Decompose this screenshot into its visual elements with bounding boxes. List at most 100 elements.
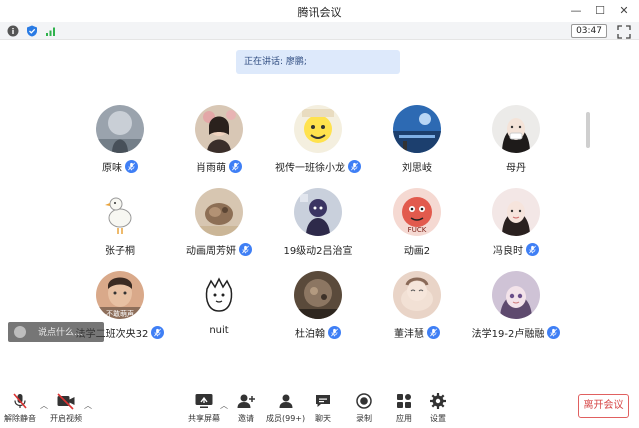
meeting-timer: 03:47 [571, 24, 607, 38]
share-screen-button[interactable]: 共享屏幕 [188, 392, 220, 426]
record-icon [354, 392, 374, 410]
participant-tile[interactable]: 刘思岐 [367, 105, 467, 177]
audio-options-caret-icon[interactable]: ︿ [40, 400, 48, 411]
title-bar: 腾讯会议 — ☐ ✕ [0, 0, 639, 22]
minimize-icon[interactable]: — [569, 2, 583, 18]
avatar [96, 105, 144, 153]
avatar [96, 188, 144, 236]
participant-name: 董沣慧 [394, 329, 424, 340]
invite-button[interactable]: 邀请 [236, 392, 256, 426]
chat-icon [313, 392, 333, 410]
emoji-icon[interactable] [14, 326, 26, 338]
unmute-button[interactable]: 解除静音 [4, 392, 36, 426]
avatar: FUCK [393, 188, 441, 236]
signal-icon[interactable] [44, 24, 57, 37]
record-button[interactable]: 录制 [354, 392, 374, 426]
svg-text:FUCK: FUCK [408, 226, 427, 234]
participant-tile[interactable]: 原味 [70, 105, 170, 177]
start-video-button[interactable]: 开启视频 [50, 392, 82, 426]
mic-muted-icon [427, 326, 440, 339]
participant-tile[interactable]: 动画周芳妍 [169, 188, 269, 260]
apps-button[interactable]: 应用 [394, 392, 414, 426]
participant-name-row: 董沣慧 [367, 325, 467, 340]
participant-name: 法学19-2卢融融 [471, 329, 545, 340]
comment-placeholder: 说点什么... [38, 328, 83, 338]
speaking-indicator: 正在讲话: 廖鹏; [236, 50, 400, 74]
participant-name-row: 肖雨萌 [169, 159, 269, 174]
share-options-caret-icon[interactable]: ︿ [220, 400, 228, 411]
chat-button[interactable]: 聊天 [313, 392, 333, 426]
settings-button[interactable]: 设置 [428, 392, 448, 426]
apps-icon [394, 392, 414, 410]
participant-name-row: 张子桐 [70, 242, 170, 257]
participant-tile[interactable]: FUCK 动画2 [367, 188, 467, 260]
participant-name: 原味 [102, 163, 122, 174]
participant-tile[interactable]: 母丹 [466, 105, 566, 177]
window-controls: — ☐ ✕ [569, 2, 631, 18]
participant-tile[interactable]: 视传一班徐小龙 [268, 105, 368, 177]
participant-tile[interactable]: 肖雨萌 [169, 105, 269, 177]
participant-name-row: 19级动2吕治宣 [268, 242, 368, 257]
meeting-info-bar: 03:47 [0, 22, 639, 40]
participant-name-row: 原味 [70, 159, 170, 174]
shield-icon[interactable] [25, 24, 38, 37]
avatar [294, 105, 342, 153]
mic-muted-icon [526, 243, 539, 256]
participant-name-row: 杜泊翰 [268, 325, 368, 340]
info-icon[interactable] [6, 24, 19, 37]
maximize-icon[interactable]: ☐ [593, 2, 607, 18]
video-options-caret-icon[interactable]: ︿ [84, 400, 92, 411]
mic-muted-icon [547, 326, 561, 339]
participant-name: 杜泊翰 [295, 329, 325, 340]
mic-muted-icon [151, 326, 165, 339]
participant-name: 肖雨萌 [196, 163, 226, 174]
participant-name: 动画2 [403, 246, 431, 257]
participant-name: 视传一班徐小龙 [275, 163, 345, 174]
avatar [492, 188, 540, 236]
avatar: 不敢萌声 [96, 271, 144, 319]
participant-tile[interactable]: 法学19-2卢融融 [466, 271, 566, 343]
members-icon [276, 392, 296, 410]
window-title: 腾讯会议 [297, 6, 342, 19]
participant-name: 张子桐 [105, 246, 135, 257]
participant-name: nuit [209, 325, 229, 336]
participant-name: 母丹 [506, 163, 526, 174]
participant-name-row: 视传一班徐小龙 [268, 159, 368, 174]
participant-tile[interactable]: 董沣慧 [367, 271, 467, 343]
participant-tile[interactable]: 19级动2吕治宣 [268, 188, 368, 260]
leave-meeting-button[interactable]: 离开会议 [578, 394, 629, 418]
avatar [294, 188, 342, 236]
participant-name: 动画周芳妍 [186, 246, 236, 257]
participant-name-row: nuit [169, 325, 269, 336]
participant-tile[interactable]: 杜泊翰 [268, 271, 368, 343]
avatar [492, 105, 540, 153]
mic-muted-icon [229, 160, 242, 173]
participant-tile[interactable]: 张子桐 [70, 188, 170, 260]
avatar [492, 271, 540, 319]
bottom-toolbar: 解除静音 ︿ 开启视频 ︿ 共享屏幕 ︿ 邀请 成员(99+) 聊天 录制 应用… [0, 388, 639, 428]
avatar [393, 105, 441, 153]
participant-tile[interactable]: nuit [169, 271, 269, 343]
avatar [195, 271, 243, 319]
scrollbar[interactable] [586, 112, 590, 148]
avatar-caption: 不敢萌声 [106, 309, 134, 318]
mic-muted-icon [125, 160, 138, 173]
mic-muted-icon [239, 243, 252, 256]
avatar [393, 271, 441, 319]
members-button[interactable]: 成员(99+) [266, 392, 305, 426]
participant-name: 刘思岐 [402, 163, 432, 174]
participant-name-row: 动画周芳妍 [169, 242, 269, 257]
camera-off-icon [56, 392, 76, 410]
participant-name-row: 冯良时 [466, 242, 566, 257]
participant-name: 冯良时 [493, 246, 523, 257]
participant-name-row: 动画2 [367, 242, 467, 257]
comment-bar[interactable]: 说点什么... [8, 322, 104, 342]
share-screen-icon [194, 392, 214, 410]
fullscreen-icon[interactable] [617, 24, 631, 39]
close-icon[interactable]: ✕ [617, 2, 631, 18]
participant-tile[interactable]: 冯良时 [466, 188, 566, 260]
gear-icon [428, 392, 448, 410]
participant-name: 19级动2吕治宣 [283, 246, 353, 257]
avatar [195, 105, 243, 153]
participant-name-row: 法学19-2卢融融 [466, 325, 566, 340]
